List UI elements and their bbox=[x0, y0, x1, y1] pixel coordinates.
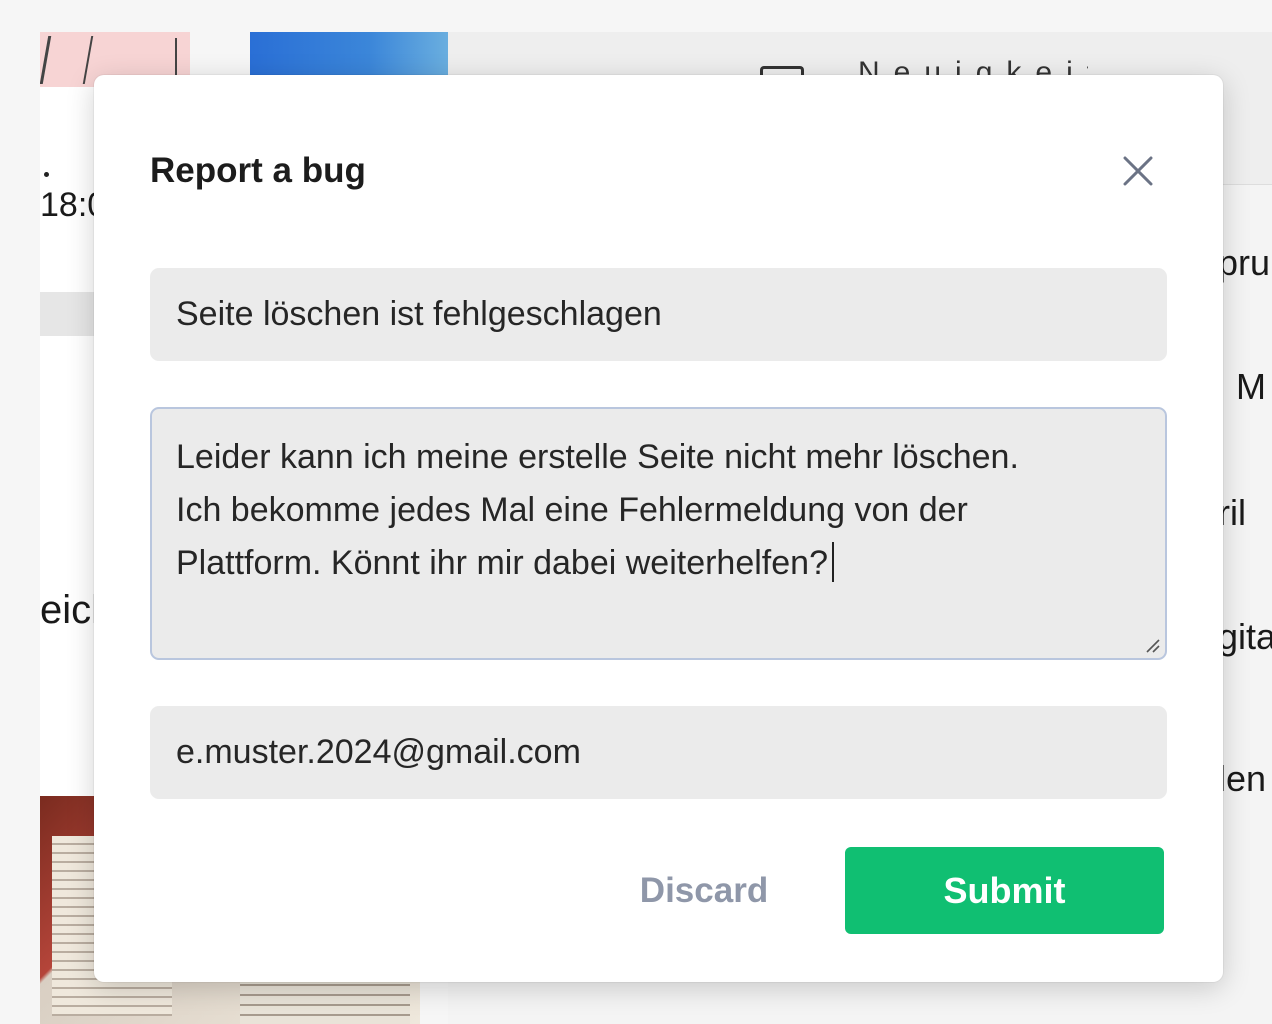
text-cursor bbox=[831, 542, 834, 582]
background-time-text: 18:0 bbox=[40, 186, 100, 224]
submit-button[interactable]: Submit bbox=[845, 847, 1164, 934]
discard-button[interactable]: Discard bbox=[614, 847, 794, 934]
background-right-word-2: M bbox=[1236, 366, 1266, 407]
background-right-word-4: gita bbox=[1218, 616, 1272, 657]
bug-title-input[interactable]: Seite löschen ist fehlgeschlagen bbox=[150, 268, 1167, 361]
background-right-word-5: len bbox=[1218, 758, 1267, 799]
email-input[interactable]: e.muster.2024@gmail.com bbox=[150, 706, 1167, 799]
bug-title-value: Seite löschen ist fehlgeschlagen bbox=[176, 295, 662, 333]
report-bug-dialog: Report a bug Seite löschen ist fehlgesch… bbox=[94, 75, 1223, 982]
close-button[interactable] bbox=[1116, 149, 1160, 193]
background-divider bbox=[1222, 184, 1272, 185]
background-left-word: eich bbox=[40, 588, 100, 632]
email-value: e.muster.2024@gmail.com bbox=[176, 733, 581, 771]
app-window: 18:0 eich Neuigkeit pru M ril gita len R… bbox=[0, 0, 1272, 1024]
close-icon bbox=[1123, 156, 1153, 186]
background-right-word-1: pru bbox=[1218, 242, 1271, 283]
background-bullet bbox=[44, 172, 49, 177]
resize-handle-icon[interactable] bbox=[1143, 636, 1161, 654]
background-right-word-3: ril bbox=[1218, 492, 1246, 533]
dialog-title: Report a bug bbox=[150, 151, 366, 190]
bug-description-value: Leider kann ich meine erstelle Seite nic… bbox=[176, 438, 1019, 582]
bug-description-textarea[interactable]: Leider kann ich meine erstelle Seite nic… bbox=[150, 407, 1167, 660]
